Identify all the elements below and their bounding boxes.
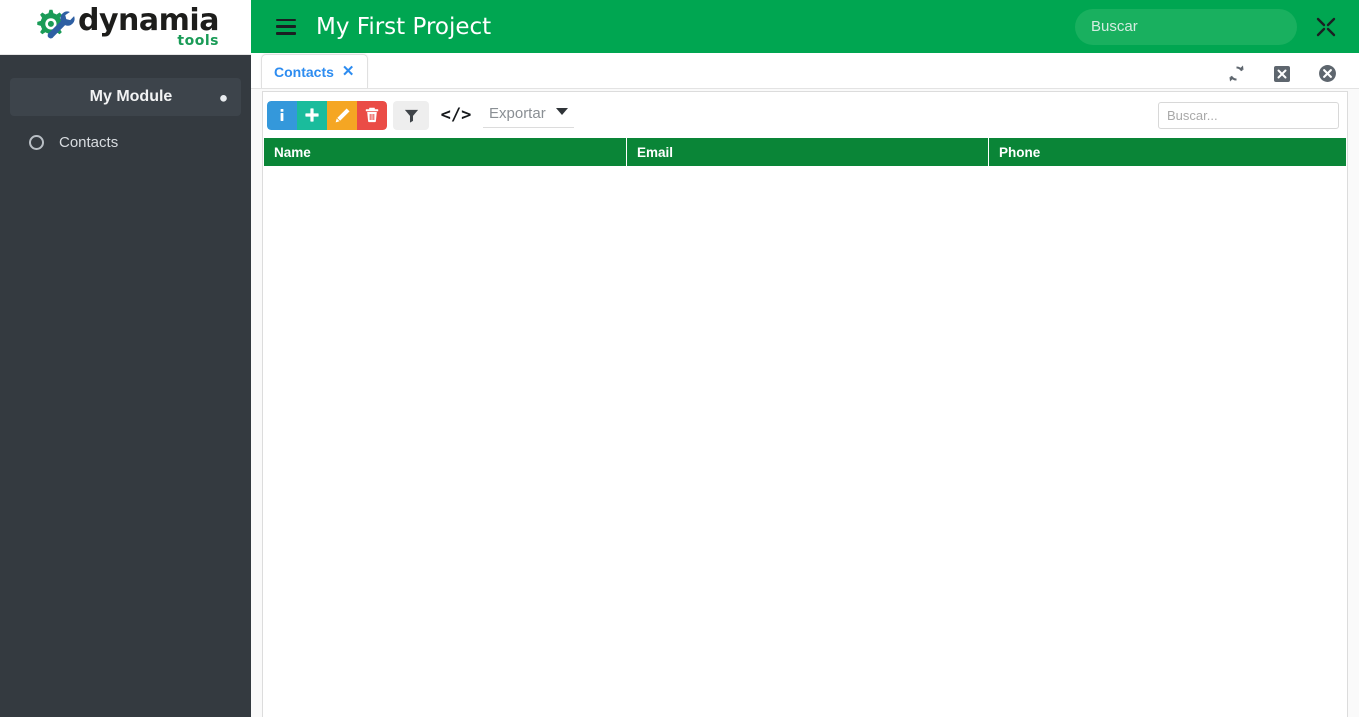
sidebar: My Module ⦁ Contacts <box>0 55 251 717</box>
column-header-email[interactable]: Email <box>626 138 988 166</box>
gear-wrench-logo-icon <box>37 9 75 39</box>
sidebar-item-label: Contacts <box>59 133 119 151</box>
sidebar-module-header[interactable]: My Module ⦁ <box>10 78 241 116</box>
application-window: dynamia tools My Module ⦁ Contacts My Fi… <box>0 0 1359 717</box>
tab-strip-actions <box>1227 64 1337 88</box>
code-brackets-icon: </> <box>440 105 472 125</box>
column-header-name[interactable]: Name <box>264 138 626 166</box>
work-area: Contacts ✕ </> Exportar Buscar... Name E… <box>251 53 1359 717</box>
data-grid: Name Email Phone <box>264 138 1346 686</box>
sidebar-module-label: My Module <box>89 88 173 105</box>
filter-button[interactable] <box>393 100 429 130</box>
grid-toolbar: </> Exportar <box>263 92 1347 138</box>
square-close-icon[interactable] <box>1273 65 1291 83</box>
info-icon <box>280 109 284 121</box>
logo-wordmark: dynamia <box>78 3 219 38</box>
global-search-combo[interactable] <box>1075 8 1297 45</box>
export-label: Exportar <box>489 104 546 122</box>
global-search-input[interactable] <box>1075 18 1297 35</box>
delete-button[interactable] <box>357 100 387 130</box>
pencil-icon <box>335 107 350 122</box>
caret-down-icon <box>555 107 568 115</box>
hamburger-menu-icon[interactable] <box>276 18 296 35</box>
top-header-bar: My First Project <box>251 0 1359 53</box>
sidebar-item-contacts[interactable]: Contacts <box>0 125 251 159</box>
fullscreen-expand-icon[interactable] <box>1315 16 1337 38</box>
tab-strip: Contacts ✕ <box>251 53 1359 89</box>
brand-logo-panel: dynamia tools <box>0 0 251 55</box>
tab-label: Contacts <box>274 63 334 80</box>
circle-close-icon[interactable] <box>1318 64 1337 83</box>
grid-search-input[interactable] <box>1159 102 1338 128</box>
export-dropdown[interactable]: Exportar <box>483 103 574 128</box>
add-button[interactable] <box>297 100 327 130</box>
grid-search-box[interactable] <box>1158 101 1339 129</box>
logo-subtitle: tools <box>177 33 219 49</box>
source-code-button[interactable]: </> <box>439 101 473 130</box>
plus-icon <box>305 108 319 122</box>
trash-icon <box>365 107 379 123</box>
funnel-filter-icon <box>404 109 418 123</box>
data-grid-header: Name Email Phone <box>264 138 1346 166</box>
info-button[interactable] <box>267 100 297 130</box>
page-title: My First Project <box>316 13 492 40</box>
data-grid-body <box>264 166 1346 686</box>
edit-button[interactable] <box>327 100 357 130</box>
logo-text: dynamia tools <box>78 3 219 49</box>
circle-ring-icon <box>29 134 44 150</box>
crud-button-group <box>267 100 387 130</box>
chevron-down-icon: ⦁ <box>220 88 227 105</box>
tab-contacts[interactable]: Contacts ✕ <box>261 54 369 88</box>
refresh-icon[interactable] <box>1227 64 1246 83</box>
column-header-phone[interactable]: Phone <box>988 138 1346 166</box>
top-header-actions <box>1075 8 1337 45</box>
logo: dynamia tools <box>32 6 219 48</box>
close-x-icon[interactable]: ✕ <box>342 64 355 79</box>
content-panel: </> Exportar Name Email Phone <box>262 91 1348 717</box>
